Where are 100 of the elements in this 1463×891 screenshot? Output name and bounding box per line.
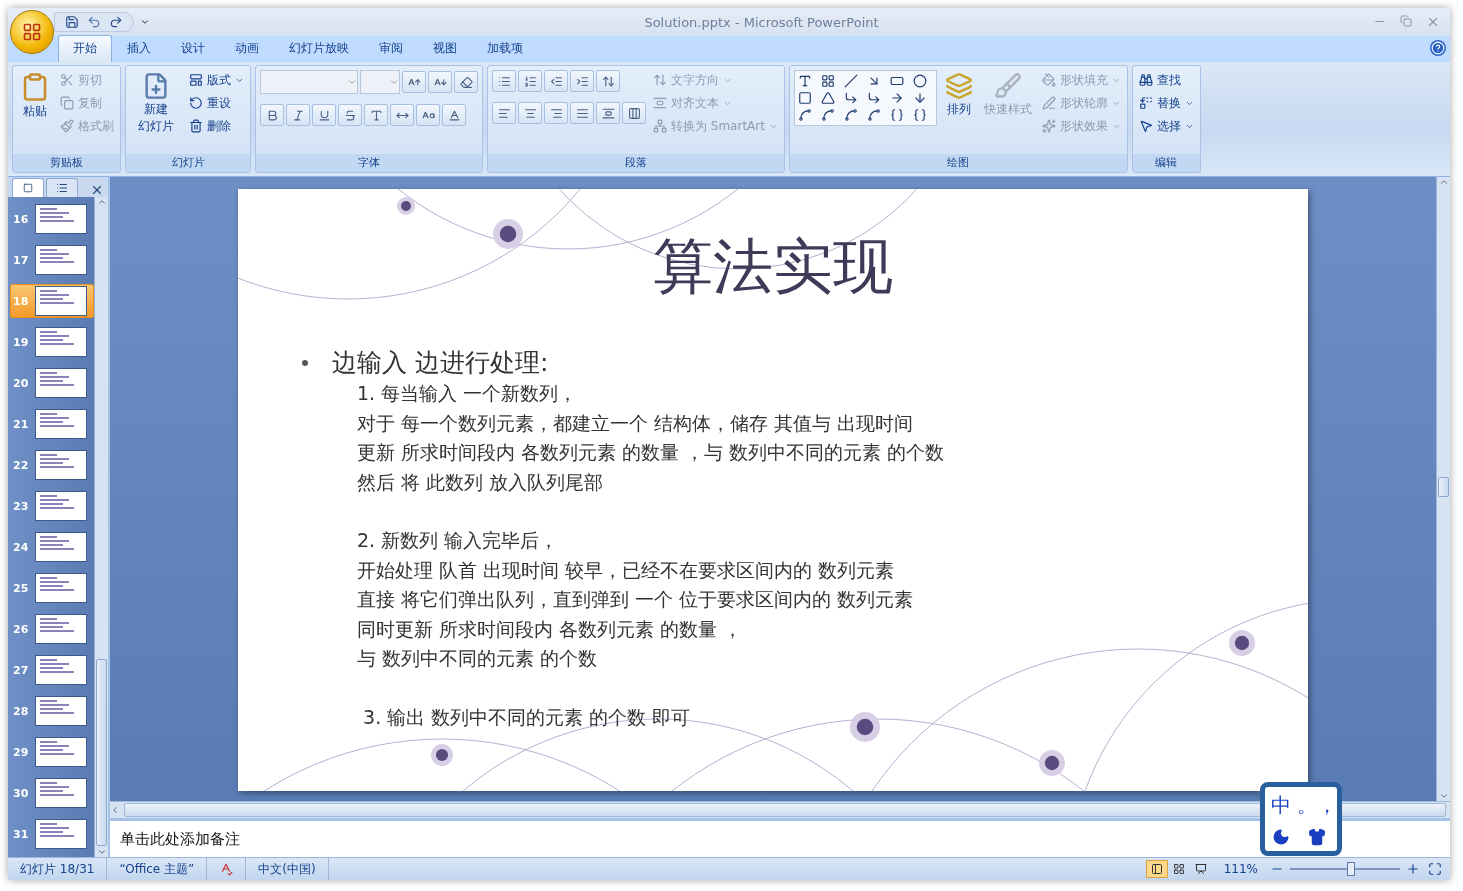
group-title: 编辑	[1132, 154, 1200, 172]
decrease-indent-button[interactable]	[544, 70, 568, 92]
scrollbar-thumb[interactable]	[96, 659, 107, 846]
language: 中文(中国)	[246, 858, 329, 880]
spacing-button[interactable]	[390, 104, 414, 126]
slide-thumbnail-item[interactable]: 19	[10, 325, 94, 359]
shirt-icon	[1308, 828, 1326, 847]
underline-button[interactable]	[312, 104, 336, 126]
ribbon-tab[interactable]: 幻灯片放映	[274, 35, 364, 62]
slide-thumbnail-item[interactable]: 20	[10, 366, 94, 400]
shape-icon	[889, 108, 904, 122]
ribbon-tab[interactable]: 动画	[220, 35, 274, 62]
slide-thumbnail-item[interactable]: 27	[10, 653, 94, 687]
slide-thumbnail-item[interactable]: 23	[10, 489, 94, 523]
shrink-font-button[interactable]	[428, 71, 452, 93]
shapes-gallery[interactable]	[793, 70, 937, 126]
slide-thumbnail-item[interactable]: 29	[10, 735, 94, 769]
close-icon[interactable]	[90, 183, 104, 197]
arrange-button[interactable]: 排列	[941, 70, 976, 154]
outline-tab[interactable]	[46, 178, 78, 197]
view-button[interactable]	[1145, 860, 1168, 878]
italic-button[interactable]	[286, 104, 310, 126]
case-button[interactable]	[416, 104, 440, 126]
slides-tab[interactable]	[12, 178, 44, 197]
ribbon-button[interactable]: 查找	[1136, 70, 1196, 90]
scrollbar[interactable]	[1436, 177, 1450, 801]
slide-thumbnail-item[interactable]: 21	[10, 407, 94, 441]
help-icon[interactable]	[1430, 40, 1446, 56]
slide-number: 30	[13, 786, 30, 800]
slide-thumbnail-item[interactable]: 28	[10, 694, 94, 728]
ribbon-button[interactable]: 选择	[1136, 116, 1196, 136]
ribbon-tab[interactable]: 插入	[112, 35, 166, 62]
office-button[interactable]	[10, 10, 54, 54]
slide-thumbnail-item[interactable]: 25	[10, 571, 94, 605]
spellcheck-icon[interactable]	[219, 862, 234, 876]
shape-icon	[843, 108, 858, 122]
slide-thumbnail-item[interactable]: 26	[10, 612, 94, 646]
font-color-button[interactable]	[442, 104, 466, 126]
fit-window-icon[interactable]	[1428, 862, 1442, 876]
slide-thumbnail-item[interactable]: 18	[10, 284, 94, 318]
slide-icon	[23, 183, 33, 193]
slide-number: 31	[13, 827, 30, 841]
ribbon-tab[interactable]: 加载项	[472, 35, 538, 62]
scroll-up-icon	[96, 197, 107, 207]
theme-name: “Office 主题”	[107, 858, 208, 880]
save-icon	[65, 15, 79, 29]
window-title: Solution.pptx - Microsoft PowerPoint	[643, 14, 880, 30]
bold-button[interactable]	[260, 104, 284, 126]
scroll-down-icon	[96, 847, 107, 857]
scrollbar[interactable]	[94, 197, 108, 857]
justify-button[interactable]	[570, 102, 594, 124]
new-slide-button[interactable]: 新建 幻灯片	[130, 70, 182, 154]
slide-thumbnail-item[interactable]: 31	[10, 817, 94, 851]
eraser-button[interactable]	[454, 71, 478, 93]
numbering-button[interactable]	[518, 70, 542, 92]
moon-icon	[1272, 828, 1290, 847]
ribbon-button[interactable]: 重设	[187, 93, 246, 113]
slide-thumbnail	[35, 204, 87, 234]
zoom-thumb[interactable]	[1346, 862, 1355, 876]
distribute-icon	[601, 106, 615, 120]
layers-icon	[944, 72, 973, 100]
align-right-button[interactable]	[544, 102, 568, 124]
align-left-button[interactable]	[492, 102, 516, 124]
line-spacing-button[interactable]	[596, 70, 620, 92]
slide-thumbnail-item[interactable]: 30	[10, 776, 94, 810]
replace-icon	[1138, 96, 1153, 110]
eraser-icon	[459, 75, 473, 89]
ribbon-tab[interactable]: 设计	[166, 35, 220, 62]
ribbon-button[interactable]: 替换	[1136, 93, 1196, 113]
shape-icon	[912, 108, 927, 122]
scrollbar-thumb[interactable]	[1438, 476, 1449, 498]
grow-font-button[interactable]	[402, 71, 426, 93]
justify-icon	[575, 106, 589, 120]
ribbon-tab[interactable]: 审阅	[364, 35, 418, 62]
distribute-button[interactable]	[596, 102, 620, 124]
strikethrough-button[interactable]	[338, 104, 362, 126]
ribbon-tab[interactable]: 开始	[58, 35, 112, 62]
zoom-in-icon[interactable]	[1406, 862, 1420, 876]
paste-button[interactable]: 粘贴	[17, 70, 53, 154]
normal-view-icon	[1150, 863, 1163, 875]
shadow-button[interactable]	[364, 104, 388, 126]
increase-indent-button[interactable]	[570, 70, 594, 92]
bullets-button[interactable]	[492, 70, 516, 92]
font-size-field[interactable]	[360, 70, 400, 94]
slide-thumbnail	[35, 737, 87, 767]
slide-thumbnail-item[interactable]: 17	[10, 243, 94, 277]
slide-thumbnail-item[interactable]: 22	[10, 448, 94, 482]
pen-icon	[1041, 96, 1056, 110]
ime-toolbar[interactable]: 中 。，	[1260, 782, 1342, 856]
align-center-button[interactable]	[518, 102, 542, 124]
ribbon-tab[interactable]: 视图	[418, 35, 472, 62]
ribbon-button[interactable]: 删除	[187, 116, 246, 136]
slide-thumbnail-item[interactable]: 24	[10, 530, 94, 564]
slide-thumbnail-item[interactable]: 16	[10, 202, 94, 236]
scroll-down-icon	[1438, 791, 1449, 801]
notes-placeholder[interactable]: 单击此处添加备注	[120, 829, 240, 849]
numbering-icon	[523, 74, 537, 88]
columns-button[interactable]	[622, 102, 646, 124]
font-name-field[interactable]	[260, 70, 358, 94]
ribbon-button[interactable]: 版式	[187, 70, 246, 90]
